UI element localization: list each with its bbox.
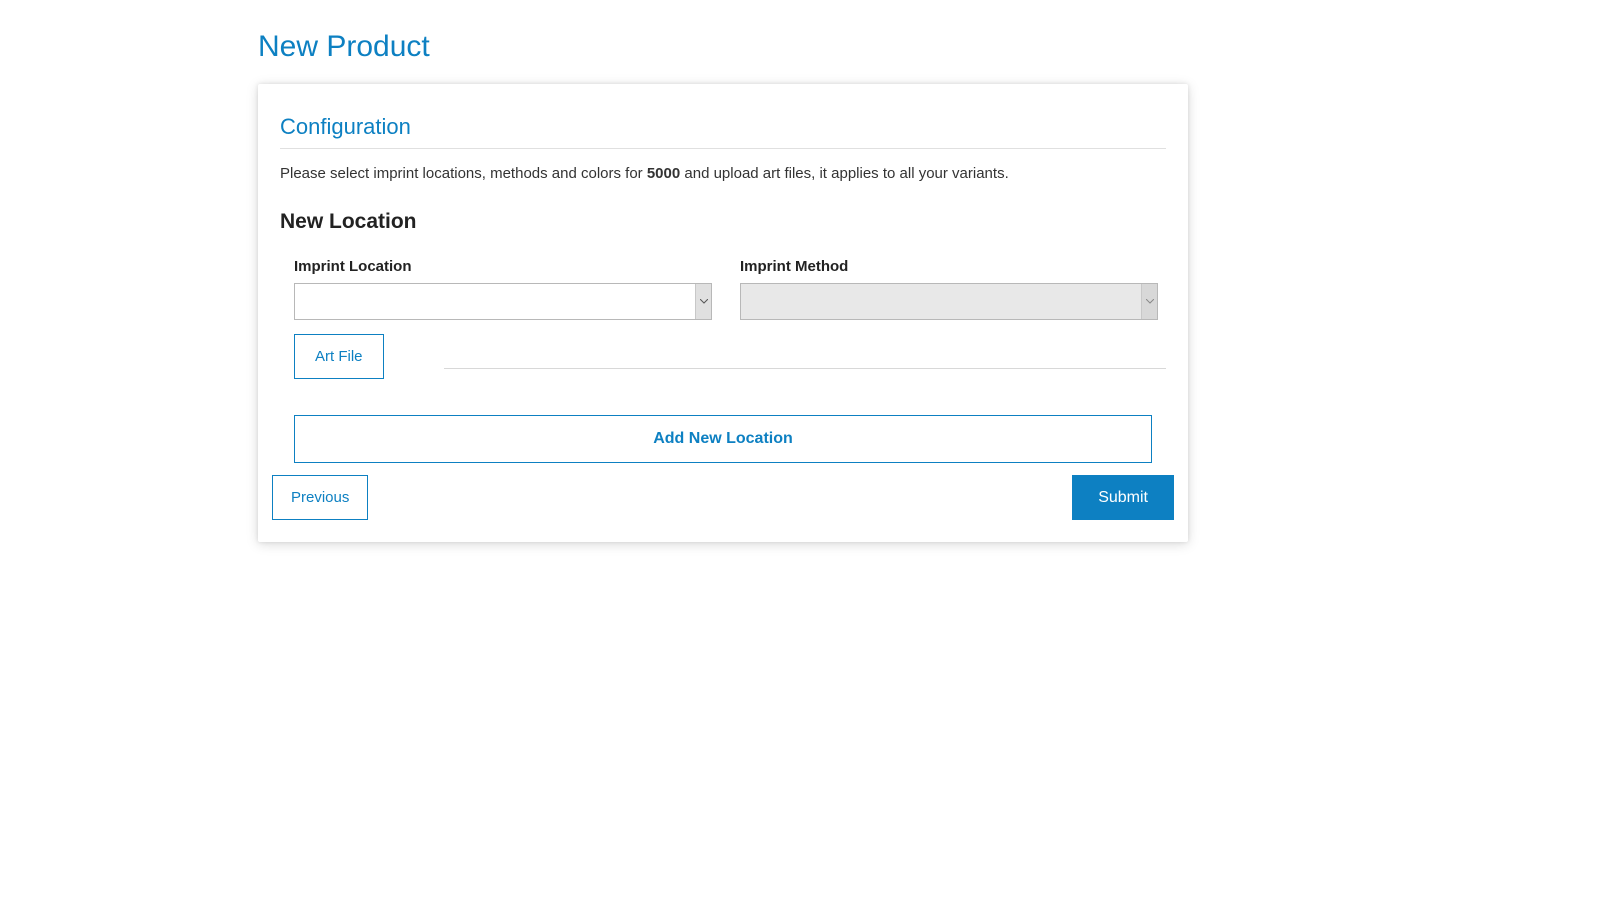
previous-button[interactable]: Previous (272, 475, 368, 520)
description-suffix: and upload art files, it applies to all … (680, 165, 1009, 182)
configuration-card: Configuration Please select imprint loca… (258, 84, 1188, 542)
imprint-location-select[interactable] (294, 283, 712, 320)
description-text: Please select imprint locations, methods… (280, 165, 1166, 182)
add-new-location-button[interactable]: Add New Location (294, 415, 1152, 463)
imprint-method-select[interactable] (740, 283, 1158, 320)
section-title: Configuration (280, 114, 1166, 149)
imprint-method-group: Imprint Method (740, 258, 1158, 320)
imprint-location-label: Imprint Location (294, 258, 712, 275)
form-row: Imprint Location Imprint Method (280, 258, 1166, 320)
chevron-down-icon (1141, 284, 1157, 319)
description-prefix: Please select imprint locations, methods… (280, 165, 647, 182)
art-file-row: Art File (280, 334, 1166, 379)
imprint-location-group: Imprint Location (294, 258, 712, 320)
footer-row: Previous Submit (272, 475, 1174, 520)
submit-button[interactable]: Submit (1072, 475, 1174, 520)
chevron-down-icon (695, 284, 711, 319)
new-location-heading: New Location (280, 210, 1166, 234)
divider (444, 368, 1166, 369)
description-bold: 5000 (647, 165, 680, 182)
main-container: New Product Configuration Please select … (258, 30, 1188, 542)
imprint-method-label: Imprint Method (740, 258, 1158, 275)
art-file-button[interactable]: Art File (294, 334, 384, 379)
page-title: New Product (258, 30, 1188, 64)
